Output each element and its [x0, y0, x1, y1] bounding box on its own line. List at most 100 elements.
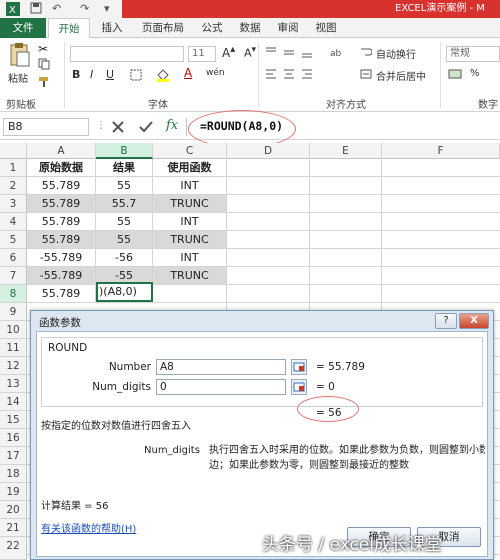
- cell-B5[interactable]: 55: [96, 231, 153, 249]
- dialog-help-button[interactable]: ?: [435, 313, 457, 329]
- cell-C3[interactable]: TRUNC: [153, 195, 227, 213]
- tab-page-layout[interactable]: 页面布局: [134, 18, 192, 38]
- font-size-box[interactable]: 11: [188, 46, 216, 62]
- row-header[interactable]: 15: [0, 411, 27, 429]
- paste-icon[interactable]: [8, 42, 30, 71]
- cut-icon[interactable]: ✂: [38, 42, 48, 56]
- cell-A4[interactable]: 55.789: [27, 213, 96, 231]
- cell-A1[interactable]: 原始数据: [27, 159, 96, 177]
- bold-button[interactable]: B: [72, 68, 80, 81]
- cancel-entry-icon[interactable]: [110, 119, 126, 138]
- row-header[interactable]: 3: [0, 195, 27, 213]
- border-icon[interactable]: [130, 69, 142, 84]
- cell-C5[interactable]: TRUNC: [153, 231, 227, 249]
- row-header[interactable]: 8: [0, 285, 27, 303]
- column-header[interactable]: C: [153, 143, 227, 159]
- underline-button[interactable]: U: [106, 68, 114, 81]
- column-header[interactable]: F: [382, 143, 500, 159]
- wrap-text-icon[interactable]: [360, 46, 373, 61]
- merge-center-icon[interactable]: [360, 68, 372, 83]
- cell-C4[interactable]: INT: [153, 213, 227, 231]
- dialog-close-button[interactable]: X: [459, 313, 489, 329]
- row-header[interactable]: 1: [0, 159, 27, 177]
- align-top-icon[interactable]: [264, 46, 324, 61]
- decrease-font-icon[interactable]: A▾: [244, 44, 256, 60]
- tab-formulas[interactable]: 公式: [194, 18, 230, 38]
- italic-button[interactable]: I: [90, 68, 93, 81]
- font-color-button[interactable]: A: [184, 66, 192, 80]
- cell-A8[interactable]: 55.789: [27, 285, 96, 303]
- row-header[interactable]: 10: [0, 321, 27, 339]
- merge-center-button[interactable]: 合并后居中: [376, 68, 426, 83]
- row-header[interactable]: 20: [0, 501, 27, 519]
- cell-B2[interactable]: 55: [96, 177, 153, 195]
- redo-icon[interactable]: ↷: [80, 2, 89, 15]
- cell-B3[interactable]: 55.7: [96, 195, 153, 213]
- row-header[interactable]: 9: [0, 303, 27, 321]
- paste-label[interactable]: 粘贴: [8, 70, 28, 85]
- row-header[interactable]: 14: [0, 393, 27, 411]
- column-header[interactable]: E: [310, 143, 382, 159]
- cell-C1[interactable]: 使用函数: [153, 159, 227, 177]
- cell-B1[interactable]: 结果: [96, 159, 153, 177]
- increase-font-icon[interactable]: A▴: [222, 44, 235, 60]
- collapse-dialog-icon[interactable]: [291, 379, 307, 395]
- cell-C7[interactable]: TRUNC: [153, 267, 227, 285]
- row-header[interactable]: 16: [0, 429, 27, 447]
- function-help-link[interactable]: 有关该函数的帮助(H): [41, 522, 136, 537]
- cell-C6[interactable]: INT: [153, 249, 227, 267]
- cell-B4[interactable]: 55: [96, 213, 153, 231]
- row-header[interactable]: 21: [0, 519, 27, 537]
- row-header[interactable]: 12: [0, 357, 27, 375]
- tab-home[interactable]: 开始: [48, 18, 90, 39]
- format-painter-icon[interactable]: [38, 76, 50, 91]
- cell-A2[interactable]: 55.789: [27, 177, 96, 195]
- column-header[interactable]: A: [27, 143, 96, 159]
- insert-function-button[interactable]: fx: [166, 118, 178, 133]
- tab-view[interactable]: 视图: [308, 18, 344, 38]
- currency-icon[interactable]: [448, 68, 464, 83]
- undo-icon[interactable]: ↶: [52, 2, 61, 15]
- row-header[interactable]: 18: [0, 465, 27, 483]
- num-digits-input[interactable]: 0: [156, 379, 286, 395]
- column-header[interactable]: B: [96, 143, 153, 159]
- active-cell-B8[interactable]: )(A8,0): [96, 282, 153, 302]
- percent-button[interactable]: %: [470, 68, 480, 79]
- name-box[interactable]: B8: [3, 118, 89, 136]
- row-header[interactable]: 11: [0, 339, 27, 357]
- tab-review[interactable]: 审阅: [270, 18, 306, 38]
- select-all-corner[interactable]: [0, 143, 27, 159]
- cell-A5[interactable]: 55.789: [27, 231, 96, 249]
- phonetic-button[interactable]: wén: [206, 68, 225, 78]
- save-icon[interactable]: [30, 2, 42, 17]
- cell-A6[interactable]: -55.789: [27, 249, 96, 267]
- font-name-box[interactable]: [70, 46, 184, 62]
- tab-data[interactable]: 数据: [232, 18, 268, 38]
- row-header[interactable]: 4: [0, 213, 27, 231]
- row-header[interactable]: 17: [0, 447, 27, 465]
- align-left-icon[interactable]: [264, 68, 324, 83]
- column-header[interactable]: D: [227, 143, 310, 159]
- copy-icon[interactable]: [38, 58, 50, 73]
- orientation-icon[interactable]: ab: [330, 46, 344, 61]
- confirm-entry-icon[interactable]: [138, 119, 154, 138]
- tab-insert[interactable]: 插入: [92, 18, 132, 38]
- fill-color-icon[interactable]: [156, 68, 170, 85]
- number-input[interactable]: A8: [156, 359, 286, 375]
- number-format-box[interactable]: 常规: [446, 46, 500, 62]
- row-header[interactable]: 13: [0, 375, 27, 393]
- customize-qa-icon[interactable]: ▾: [104, 2, 110, 15]
- collapse-dialog-icon[interactable]: [291, 359, 307, 375]
- row-header[interactable]: 7: [0, 267, 27, 285]
- cell-A7[interactable]: -55.789: [27, 267, 96, 285]
- tab-file[interactable]: 文件: [0, 18, 46, 38]
- row-header[interactable]: 6: [0, 249, 27, 267]
- row-header[interactable]: 19: [0, 483, 27, 501]
- row-header[interactable]: 2: [0, 177, 27, 195]
- wrap-text-button[interactable]: 自动换行: [376, 46, 416, 61]
- row-header[interactable]: 5: [0, 231, 27, 249]
- cell-A3[interactable]: 55.789: [27, 195, 96, 213]
- row-header[interactable]: 22: [0, 537, 27, 560]
- cell-B6[interactable]: -56: [96, 249, 153, 267]
- cell-C2[interactable]: INT: [153, 177, 227, 195]
